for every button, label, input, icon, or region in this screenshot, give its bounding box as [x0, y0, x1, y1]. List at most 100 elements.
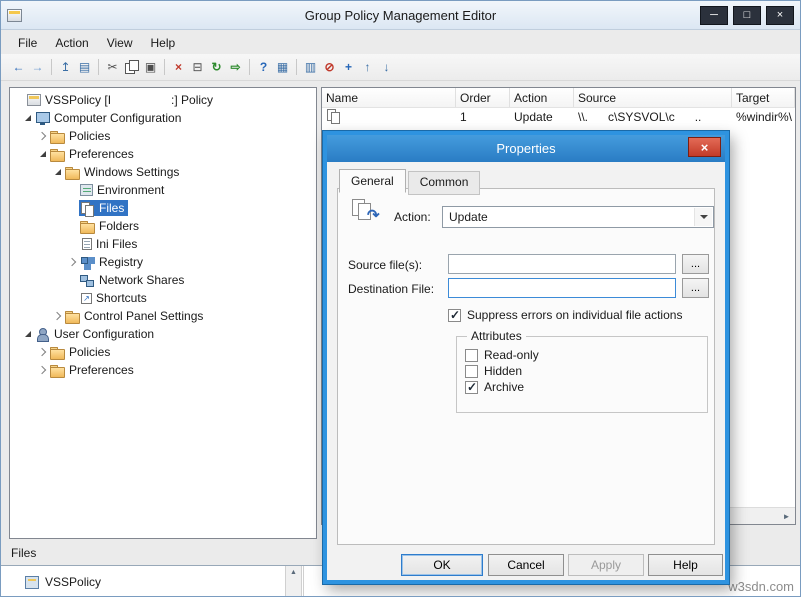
- archive-label: Archive: [484, 380, 524, 394]
- column-header-name[interactable]: Name: [322, 88, 456, 107]
- watermark-text: w3sdn.com: [728, 579, 794, 594]
- cut-icon[interactable]: ✂: [105, 58, 120, 76]
- column-header-action[interactable]: Action: [510, 88, 574, 107]
- move-down-icon[interactable]: ↓: [379, 58, 394, 76]
- scrollbar-fragment[interactable]: ▲: [285, 566, 302, 597]
- attribute-row: Archive: [465, 379, 699, 395]
- add-icon[interactable]: +: [341, 58, 356, 76]
- expander-open-icon[interactable]: [22, 328, 34, 340]
- menu-help[interactable]: Help: [142, 33, 185, 53]
- copy-icon[interactable]: [124, 58, 139, 76]
- expander-open-icon[interactable]: [52, 166, 64, 178]
- column-header-source[interactable]: Source: [574, 88, 732, 107]
- tree-item-preferences-user[interactable]: Preferences: [10, 361, 316, 379]
- maximize-button[interactable]: □: [733, 6, 761, 25]
- column-header-order[interactable]: Order: [456, 88, 510, 107]
- expander-closed-icon[interactable]: [37, 130, 49, 142]
- tab-common[interactable]: Common: [408, 171, 481, 195]
- apply-button[interactable]: Apply: [568, 554, 644, 576]
- destination-file-input[interactable]: %windir%\system32\: [448, 278, 676, 298]
- scroll-right-button[interactable]: ►: [778, 508, 795, 524]
- cell-target: %windir%\: [732, 110, 796, 124]
- expander-open-icon[interactable]: [22, 112, 34, 124]
- tree-item-shortcuts[interactable]: Shortcuts: [10, 289, 316, 307]
- tree-item-preferences-computer[interactable]: Preferences: [10, 145, 316, 163]
- tab-general[interactable]: General: [339, 169, 406, 193]
- expander-spacer: [67, 274, 79, 286]
- menu-file[interactable]: File: [9, 33, 46, 53]
- expander-spacer: [67, 292, 79, 304]
- tree-item-files[interactable]: Files: [10, 199, 316, 217]
- gpo-icon: [25, 576, 39, 589]
- source-file-input[interactable]: c\SYSVOL\o c\scripts\vshadow.exe: [448, 254, 676, 274]
- paste-icon[interactable]: ▣: [143, 58, 158, 76]
- up-one-level-icon[interactable]: ↥: [58, 58, 73, 76]
- expander-closed-icon[interactable]: [67, 256, 79, 268]
- tree-item-policies-computer[interactable]: Policies: [10, 127, 316, 145]
- expander-closed-icon[interactable]: [37, 364, 49, 376]
- console-tree-pane: VSSPolicy [I :] Policy Computer Configur…: [9, 87, 317, 539]
- delete-icon[interactable]: ×: [171, 58, 186, 76]
- back-icon[interactable]: ←: [11, 58, 26, 76]
- expander-open-icon[interactable]: [37, 148, 49, 160]
- suppress-errors-row: Suppress errors on individual file actio…: [448, 308, 682, 322]
- tree-item-vsspolicy-gpmc[interactable]: VSSPolicy: [25, 575, 101, 589]
- cancel-button[interactable]: Cancel: [488, 554, 564, 576]
- open-folder-icon: [65, 166, 80, 179]
- cell-action: Update: [510, 110, 574, 124]
- dialog-titlebar: Properties ×: [327, 135, 725, 162]
- report-icon[interactable]: ▥: [303, 58, 318, 76]
- column-header-target[interactable]: Target: [732, 88, 795, 107]
- export-list-icon[interactable]: ⇨: [228, 58, 243, 76]
- tree-item-network-shares[interactable]: Network Shares: [10, 271, 316, 289]
- expander-closed-icon[interactable]: [52, 310, 64, 322]
- expander-closed-icon[interactable]: [37, 346, 49, 358]
- cell-source: \\. c\SYSVOL\c ..: [574, 110, 732, 124]
- stop-icon[interactable]: ⊘: [322, 58, 337, 76]
- tree-item-environment[interactable]: Environment: [10, 181, 316, 199]
- tree-item-windows-settings[interactable]: Windows Settings: [10, 163, 316, 181]
- tree-item-ini-files[interactable]: Ini Files: [10, 235, 316, 253]
- tree-item-label: Folders: [99, 219, 139, 233]
- forward-icon[interactable]: →: [30, 58, 45, 76]
- tree-item-registry[interactable]: Registry: [10, 253, 316, 271]
- archive-checkbox[interactable]: [465, 381, 478, 394]
- help-button[interactable]: Help: [648, 554, 723, 576]
- general-tab-panel: ↷ Action: Update Source file(s): c\SYSVO…: [337, 188, 715, 545]
- destination-browse-button[interactable]: ...: [682, 278, 709, 298]
- dialog-buttons: OK Cancel Apply Help: [327, 554, 725, 578]
- ok-button[interactable]: OK: [401, 554, 483, 576]
- network-shares-icon: [80, 274, 95, 287]
- help-icon[interactable]: ?: [256, 58, 271, 76]
- action-label: Action:: [394, 210, 431, 224]
- tree-item-user-configuration[interactable]: User Configuration: [10, 325, 316, 343]
- source-browse-button[interactable]: ...: [682, 254, 709, 274]
- suppress-errors-checkbox[interactable]: [448, 309, 461, 322]
- toolbar-separator: [98, 59, 99, 75]
- menu-view[interactable]: View: [98, 33, 142, 53]
- tree-item-control-panel-settings[interactable]: Control Panel Settings: [10, 307, 316, 325]
- minimize-button[interactable]: ─: [700, 6, 728, 25]
- files-icon: [80, 202, 95, 215]
- refresh-icon[interactable]: ↻: [209, 58, 224, 76]
- group-policy-editor-window: Group Policy Management Editor ─ □ × Fil…: [0, 0, 801, 597]
- read-only-checkbox[interactable]: [465, 349, 478, 362]
- show-console-tree-icon[interactable]: ▤: [77, 58, 92, 76]
- tree-item-folders[interactable]: Folders: [10, 217, 316, 235]
- tree-item-vsspolicy-root[interactable]: VSSPolicy [I :] Policy: [10, 91, 316, 109]
- window-title: Group Policy Management Editor: [1, 8, 800, 23]
- close-button[interactable]: ×: [766, 6, 794, 25]
- tree-item-computer-configuration[interactable]: Computer Configuration: [10, 109, 316, 127]
- hidden-checkbox[interactable]: [465, 365, 478, 378]
- tree-item-label: Policies: [69, 129, 110, 143]
- dialog-close-button[interactable]: ×: [688, 137, 721, 157]
- action-combobox[interactable]: Update: [442, 206, 714, 228]
- tree-item-policies-user[interactable]: Policies: [10, 343, 316, 361]
- cell-order: 1: [456, 110, 510, 124]
- move-up-icon[interactable]: ↑: [360, 58, 375, 76]
- list-view-icon[interactable]: ▦: [275, 58, 290, 76]
- print-icon[interactable]: ⊟: [190, 58, 205, 76]
- menu-action[interactable]: Action: [46, 33, 97, 53]
- combo-dropdown-button[interactable]: [694, 208, 712, 226]
- list-row-vshadow[interactable]: 1 Update \\. c\SYSVOL\c .. %windir%\: [322, 108, 795, 126]
